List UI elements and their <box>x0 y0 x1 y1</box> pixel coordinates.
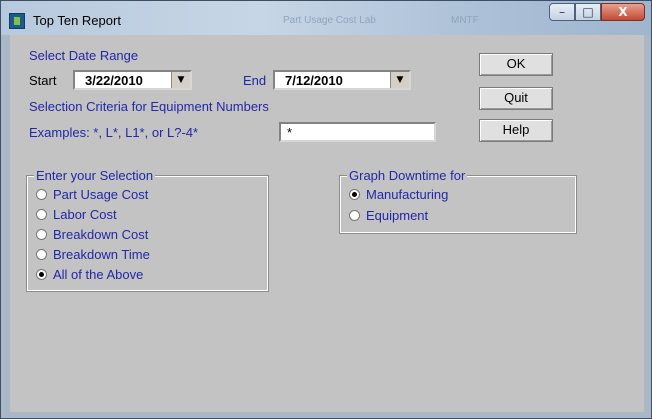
option-label: Part Usage Cost <box>53 187 149 202</box>
selection-group: Enter your Selection Part Usage Cost Lab… <box>26 168 269 292</box>
date-range-heading: Select Date Range <box>29 48 139 63</box>
option-breakdown-time[interactable]: Breakdown Time <box>36 247 150 262</box>
radio-icon[interactable] <box>36 249 47 260</box>
start-date-dropdown-arrow[interactable]: ▼ <box>171 72 190 88</box>
caption-buttons: – □ X <box>549 3 645 21</box>
radio-icon[interactable] <box>36 229 47 240</box>
option-all-of-the-above[interactable]: All of the Above <box>36 267 143 282</box>
option-label: Breakdown Time <box>53 247 150 262</box>
title-bar[interactable]: Top Ten Report Part Usage Cost Lab MNTF … <box>1 1 651 35</box>
option-labor-cost[interactable]: Labor Cost <box>36 207 117 222</box>
radio-icon[interactable] <box>36 209 47 220</box>
criteria-heading: Selection Criteria for Equipment Numbers <box>29 99 269 114</box>
top-ten-report-window: Top Ten Report Part Usage Cost Lab MNTF … <box>0 0 652 419</box>
ok-button[interactable]: OK <box>479 53 553 76</box>
dialog-client-area: Select Date Range Start 3/22/2010 ▼ End … <box>10 35 644 412</box>
option-breakdown-cost[interactable]: Breakdown Cost <box>36 227 148 242</box>
chevron-down-icon: ▼ <box>177 75 185 85</box>
graph-downtime-group: Graph Downtime for Manufacturing Equipme… <box>339 168 577 234</box>
end-date-dropdown-arrow[interactable]: ▼ <box>390 72 409 88</box>
radio-icon[interactable] <box>349 189 360 200</box>
window-title: Top Ten Report <box>33 13 121 28</box>
minimize-button[interactable]: – <box>549 3 575 21</box>
option-label: All of the Above <box>53 267 144 282</box>
option-manufacturing[interactable]: Manufacturing <box>349 187 448 202</box>
radio-icon[interactable] <box>36 269 47 280</box>
help-button[interactable]: Help <box>479 119 553 142</box>
criteria-examples-label: Examples: *, L*, L1*, or L?-4* <box>29 125 199 140</box>
minimize-icon: – <box>559 5 565 19</box>
app-icon <box>9 13 25 29</box>
option-label: Equipment <box>366 208 429 223</box>
start-label: Start <box>29 73 57 88</box>
option-label: Manufacturing <box>366 187 449 202</box>
start-date-value: 3/22/2010 <box>85 73 143 88</box>
close-button[interactable]: X <box>601 3 645 21</box>
option-label: Breakdown Cost <box>53 227 149 242</box>
start-date-dropdown[interactable]: 3/22/2010 ▼ <box>73 70 192 90</box>
selection-group-legend: Enter your Selection <box>34 168 156 183</box>
background-window-title: Part Usage Cost Lab <box>283 15 376 26</box>
option-label: Labor Cost <box>53 207 117 222</box>
radio-icon[interactable] <box>36 189 47 200</box>
quit-button[interactable]: Quit <box>479 87 553 110</box>
graph-group-legend: Graph Downtime for <box>347 168 468 183</box>
option-part-usage-cost[interactable]: Part Usage Cost <box>36 187 148 202</box>
option-equipment[interactable]: Equipment <box>349 208 428 223</box>
chevron-down-icon: ▼ <box>396 75 404 85</box>
maximize-button[interactable]: □ <box>575 3 601 21</box>
background-window-title-2: MNTF <box>451 15 479 26</box>
close-icon: X <box>618 5 628 19</box>
equipment-criteria-value: * <box>287 125 293 140</box>
end-label: End <box>243 73 267 88</box>
end-date-value: 7/12/2010 <box>285 73 343 88</box>
radio-icon[interactable] <box>349 210 360 221</box>
end-date-dropdown[interactable]: 7/12/2010 ▼ <box>273 70 411 90</box>
maximize-icon: □ <box>582 5 594 19</box>
equipment-criteria-input[interactable]: * <box>279 122 436 142</box>
